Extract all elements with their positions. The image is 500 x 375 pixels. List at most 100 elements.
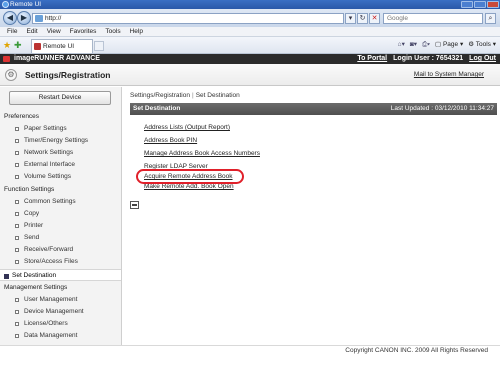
window-title: Remote UI (10, 1, 42, 8)
sidebar-item-timer-energy[interactable]: Timer/Energy Settings (0, 135, 121, 147)
sidebar-item-label: External Interface (24, 161, 75, 168)
sidebar-item-license-others[interactable]: License/Others (0, 318, 121, 330)
section-title: Set Destination (133, 105, 181, 112)
page-menu-button[interactable]: ▢ Page ▾ (435, 40, 463, 50)
footer: Copyright CANON INC. 2009 All Rights Res… (0, 345, 500, 355)
page-icon (35, 15, 43, 22)
restart-device-button[interactable]: Restart Device (9, 91, 111, 105)
sidebar-item-label: Store/Access Files (24, 258, 78, 265)
close-window-button[interactable] (487, 1, 499, 8)
bullet-icon (15, 151, 19, 155)
tab-label: Remote UI (43, 43, 75, 50)
favorites-star-icon[interactable]: ★ (3, 40, 11, 50)
breadcrumb: Settings/Registration | Set Destination (130, 92, 240, 99)
menu-favorites[interactable]: Favorites (70, 27, 97, 36)
tab-remote-ui[interactable]: Remote UI (31, 39, 93, 53)
breadcrumb-settings-registration[interactable]: Settings/Registration (130, 92, 190, 99)
to-portal-link[interactable]: To Portal (357, 54, 387, 64)
bullet-icon (15, 236, 19, 240)
stop-button[interactable]: ✕ (369, 13, 380, 24)
forward-button[interactable]: ▶ (17, 11, 31, 25)
bullet-icon (15, 175, 19, 179)
link-manage-address-book-access-numbers[interactable]: Manage Address Book Access Numbers (144, 150, 260, 157)
sidebar-item-label: Common Settings (24, 198, 76, 205)
url-input[interactable]: http:// (32, 13, 344, 24)
main-content: Settings/Registration | Set Destination Se… (122, 87, 500, 345)
link-make-remote-address-book-open[interactable]: Make Remote Add. Book Open (144, 183, 234, 190)
menu-help[interactable]: Help (130, 27, 143, 36)
menu-tools[interactable]: Tools (105, 27, 120, 36)
search-icon[interactable]: ⌕ (485, 13, 496, 24)
menu-edit[interactable]: Edit (26, 27, 37, 36)
section-header: Set Destination Last Updated : 03/12/201… (130, 103, 497, 115)
sidebar-item-label: Copy (24, 210, 40, 217)
bullet-icon (15, 224, 19, 228)
tabs-bar: ★ ✚ Remote UI ⌂▾ ◙▾ ⎙▾ ▢ Page ▾ ⚙ Tools … (0, 37, 500, 54)
app-header: imageRUNNER ADVANCE To Portal Login User… (0, 54, 500, 64)
sidebar-item-label: Device Management (24, 308, 84, 315)
sidebar-item-user-management[interactable]: User Management (0, 294, 121, 306)
ie-icon (2, 1, 9, 8)
page-top-icon[interactable] (130, 201, 139, 209)
sidebar-item-label: Volume Settings (24, 173, 71, 180)
sidebar-item-set-destination[interactable]: Set Destination (0, 269, 121, 281)
settings-gear-icon: ⚙ (5, 69, 17, 81)
sidebar-item-label: Send (24, 234, 40, 241)
sidebar-item-copy[interactable]: Copy (0, 208, 121, 220)
minimize-button[interactable] (461, 1, 473, 8)
bullet-icon (15, 298, 19, 302)
menu-file[interactable]: File (7, 27, 17, 36)
search-input[interactable]: Google (383, 13, 483, 24)
canon-logo-icon (3, 56, 10, 62)
sidebar-item-receive-forward[interactable]: Receive/Forward (0, 244, 121, 256)
refresh-button[interactable]: ↻ (357, 13, 368, 24)
mail-system-manager-link[interactable]: Mail to System Manager (414, 71, 484, 78)
bullet-icon (15, 248, 19, 252)
login-user-text: Login User : 7654321 (393, 55, 464, 62)
last-updated: Last Updated : 03/12/2010 11:34:27 (390, 105, 494, 112)
page-header: ⚙ Settings/Registration Mail to System M… (0, 64, 500, 86)
link-address-book-pin[interactable]: Address Book PIN (144, 137, 197, 144)
sidebar-item-printer[interactable]: Printer (0, 220, 121, 232)
bullet-icon (15, 322, 19, 326)
maximize-button[interactable] (474, 1, 486, 8)
home-icon[interactable]: ⌂▾ (398, 40, 405, 50)
logout-link[interactable]: Log Out (469, 54, 496, 64)
sidebar-item-label: Timer/Energy Settings (24, 137, 89, 144)
page-menu-label: Page (442, 41, 459, 48)
print-icon[interactable]: ⎙▾ (422, 40, 430, 50)
sidebar-item-store-access-files[interactable]: Store/Access Files (0, 256, 121, 268)
feeds-icon[interactable]: ◙▾ (410, 40, 417, 50)
bullet-icon (15, 212, 19, 216)
address-bar-row: ◀ ▶ http:// ▾ ↻ ✕ Google ⌕ (0, 9, 500, 27)
bullet-icon (15, 334, 19, 338)
window-titlebar: Remote UI (0, 0, 500, 9)
sidebar-item-label: Data Management (24, 332, 78, 339)
page-title: Settings/Registration (25, 70, 111, 80)
highlight-ring (136, 169, 244, 184)
sidebar-item-paper-settings[interactable]: Paper Settings (0, 123, 121, 135)
bullet-icon (15, 139, 19, 143)
bullet-icon (15, 260, 19, 264)
function-settings-heading: Function Settings (4, 186, 55, 193)
menu-bar: File Edit View Favorites Tools Help (0, 27, 500, 37)
back-button[interactable]: ◀ (3, 11, 17, 25)
menu-view[interactable]: View (47, 27, 61, 36)
sidebar-item-label: Set Destination (12, 272, 57, 279)
sidebar-item-label: Printer (24, 222, 44, 229)
sidebar-item-common-settings[interactable]: Common Settings (0, 196, 121, 208)
add-favorite-icon[interactable]: ✚ (14, 40, 22, 50)
sidebar-item-network-settings[interactable]: Network Settings (0, 147, 121, 159)
bullet-icon (15, 163, 19, 167)
new-tab-button[interactable] (94, 41, 104, 51)
sidebar-item-data-management[interactable]: Data Management (0, 330, 121, 342)
link-address-lists-output-report[interactable]: Address Lists (Output Report) (144, 124, 230, 131)
sidebar-item-send[interactable]: Send (0, 232, 121, 244)
url-dropdown-button[interactable]: ▾ (345, 13, 356, 24)
sidebar-item-external-interface[interactable]: External Interface (0, 159, 121, 171)
sidebar-item-label: Receive/Forward (24, 246, 74, 253)
sidebar-item-device-management[interactable]: Device Management (0, 306, 121, 318)
tools-menu-button[interactable]: ⚙ Tools ▾ (468, 40, 496, 50)
tab-favicon-icon (34, 43, 41, 50)
sidebar-item-volume-settings[interactable]: Volume Settings (0, 171, 121, 183)
